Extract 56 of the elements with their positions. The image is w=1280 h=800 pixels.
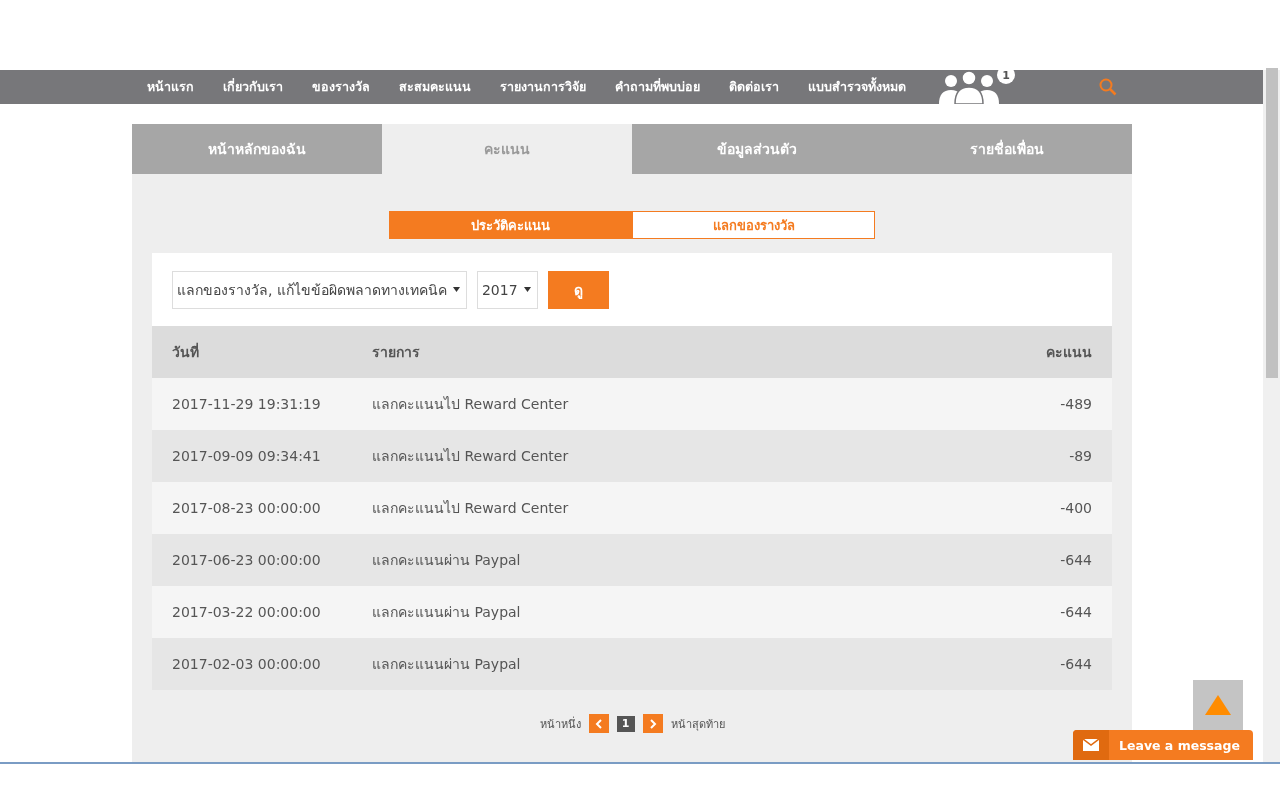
notification-badge: 1 bbox=[997, 70, 1015, 84]
table-cell-text: 2017-09-09 09:34:41 bbox=[172, 448, 322, 464]
type-dropdown[interactable]: แลกของรางวัล, แก้ไขข้อผิดพลาดทางเทคนิค bbox=[172, 270, 467, 309]
scrollbar[interactable] bbox=[1263, 70, 1280, 762]
nav-link[interactable]: คำถามที่พบบ่อย bbox=[605, 77, 710, 97]
table-cell-text: -644 bbox=[1059, 656, 1092, 672]
nav-link[interactable]: แบบสำรวจทั้งหมด bbox=[798, 77, 916, 97]
table-cell-text: 2017-02-03 00:00:00 bbox=[172, 656, 322, 672]
scrollbar-thumb[interactable] bbox=[1265, 68, 1278, 378]
envelope-icon bbox=[1083, 739, 1099, 751]
tab[interactable]: หน้าหลักของฉัน bbox=[132, 124, 382, 174]
column-header: วันที่ bbox=[172, 341, 200, 362]
table-cell-text: แลกคะแนนผ่าน Paypal bbox=[372, 655, 522, 674]
table-cell-text: -644 bbox=[1059, 604, 1092, 620]
table-cell-text: -89 bbox=[1068, 448, 1092, 464]
chevron-right-icon bbox=[648, 718, 657, 729]
table-cell-text: 2017-06-23 00:00:00 bbox=[172, 552, 322, 568]
table-cell-text: แลกคะแนนไป Reward Center bbox=[372, 395, 570, 414]
next-page-button[interactable] bbox=[642, 714, 663, 733]
tab[interactable]: รายชื่อเพื่อน bbox=[882, 124, 1132, 174]
nav-link[interactable]: รายงานการวิจัย bbox=[490, 77, 596, 97]
caret-icon bbox=[452, 287, 460, 292]
page-number[interactable]: 1 bbox=[616, 715, 635, 732]
previous-page-button[interactable] bbox=[588, 714, 609, 733]
subtab[interactable]: ประวัติคะแนน bbox=[389, 211, 632, 239]
table-cell-text: -400 bbox=[1059, 500, 1092, 516]
tab[interactable]: คะแนน bbox=[382, 124, 632, 174]
nav-link[interactable]: หน้าแรก bbox=[137, 77, 204, 97]
search-icon[interactable] bbox=[1099, 78, 1117, 96]
nav-link[interactable]: สะสมคะแนน bbox=[389, 77, 481, 97]
table-cell-text: 2017-03-22 00:00:00 bbox=[172, 604, 322, 620]
table-cell-text: แลกคะแนนผ่าน Paypal bbox=[372, 603, 522, 622]
chevron-left-icon bbox=[594, 718, 603, 729]
table-cell-text: 2017-08-23 00:00:00 bbox=[172, 500, 322, 516]
nav-link[interactable]: เกี่ยวกับเรา bbox=[213, 77, 293, 97]
table-cell-text: แลกคะแนนไป Reward Center bbox=[372, 447, 570, 466]
people-group-icon[interactable] bbox=[937, 70, 1001, 104]
nav-link[interactable]: ของรางวัล bbox=[302, 77, 380, 97]
column-header: คะแนน bbox=[1045, 343, 1092, 362]
caret-icon bbox=[523, 287, 531, 292]
column-header: รายการ bbox=[372, 343, 421, 362]
table-cell-text: -489 bbox=[1059, 396, 1092, 412]
triangle-up-icon bbox=[1205, 695, 1231, 715]
table-cell-text: 2017-11-29 19:31:19 bbox=[172, 396, 322, 412]
first-page-link[interactable]: หน้าหนึ่ง bbox=[539, 714, 581, 733]
last-page-link[interactable]: หน้าสุดท้าย bbox=[670, 714, 725, 733]
table-cell-text: -644 bbox=[1059, 552, 1092, 568]
table-cell-text: แลกคะแนนผ่าน Paypal bbox=[372, 551, 522, 570]
nav-link[interactable]: ติดต่อเรา bbox=[719, 77, 789, 97]
subtab[interactable]: แลกของรางวัล bbox=[632, 211, 875, 239]
leave-message-button[interactable]: Leave a message bbox=[1073, 730, 1253, 760]
back-to-top-button[interactable] bbox=[1193, 680, 1243, 730]
view-button[interactable]: ดู bbox=[547, 270, 609, 309]
year-dropdown[interactable]: 2017 bbox=[476, 270, 538, 309]
table-cell-text: แลกคะแนนไป Reward Center bbox=[372, 499, 570, 518]
tab[interactable]: ข้อมูลส่วนตัว bbox=[632, 124, 882, 174]
